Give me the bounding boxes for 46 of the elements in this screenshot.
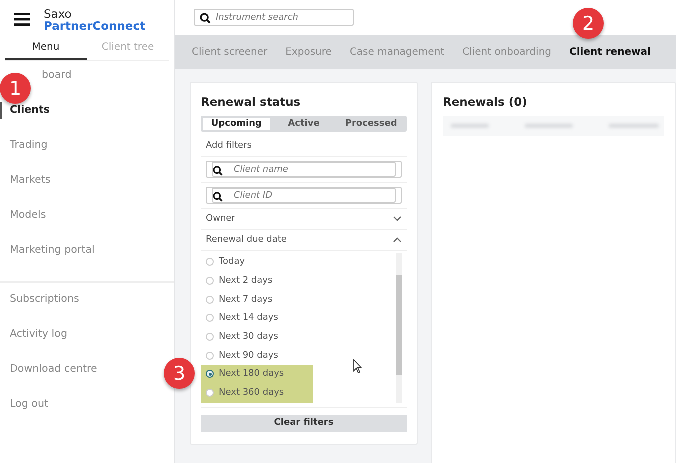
search-icon (200, 12, 211, 24)
sidebar-item[interactable]: board (32, 67, 80, 84)
radio-option[interactable]: Next 360 days (201, 384, 313, 402)
sidebar-item[interactable]: Activity log (0, 326, 76, 343)
segment-tab[interactable]: Active (270, 118, 338, 130)
nav-tab[interactable]: Client onboarding (454, 46, 561, 58)
radio-button[interactable] (206, 370, 214, 378)
brand-name: Saxo (44, 8, 73, 20)
radio-option[interactable]: Today (201, 253, 313, 272)
search-field[interactable]: Client name (212, 162, 396, 177)
segment-tab[interactable]: Processed (338, 118, 405, 130)
search-icon (213, 166, 223, 176)
filter-section[interactable]: Owner (201, 209, 407, 230)
search-field[interactable]: Client ID (212, 188, 396, 203)
scrollbar[interactable] (396, 253, 402, 402)
nav-tab[interactable]: Client screener (183, 46, 277, 58)
search-field[interactable]: Instrument search (194, 9, 354, 26)
radio-option[interactable]: Next 90 days (201, 346, 313, 366)
sidebar-item[interactable]: Markets (0, 172, 59, 189)
filters-label: Add filters (201, 132, 407, 157)
menu-icon[interactable] (14, 13, 30, 26)
sidebar-item[interactable]: Download centre (0, 361, 106, 378)
card-title: Renewals (0) (443, 95, 528, 109)
radio-option[interactable]: Next 7 days (201, 290, 313, 310)
nav-tab[interactable]: Client renewal (560, 46, 660, 58)
filter-section[interactable]: Renewal due date (201, 230, 407, 251)
radio-option[interactable]: Next 2 days (201, 272, 313, 290)
segment-tab[interactable]: Upcoming (203, 118, 270, 130)
radio-option[interactable]: Next 180 days (201, 365, 313, 384)
nav-tab[interactable]: Exposure (276, 46, 341, 58)
chevron-icon (393, 216, 402, 222)
nav-tab[interactable]: Case management (340, 46, 454, 58)
search-icon (213, 192, 223, 202)
radio-option[interactable]: Next 14 days (201, 309, 313, 328)
chevron-icon (393, 237, 402, 243)
clear-filters-button[interactable]: Clear filters (201, 414, 407, 432)
sidebar-tab[interactable]: Menu (5, 38, 87, 60)
sidebar-item[interactable]: Trading (0, 137, 56, 154)
sidebar-item[interactable]: Subscriptions (0, 291, 88, 308)
sidebar-item[interactable]: Log out (0, 396, 57, 413)
brand-product: PartnerConnect (44, 20, 146, 32)
cursor-icon (353, 359, 363, 374)
radio-option[interactable]: Next 30 days (201, 328, 313, 346)
sidebar-item[interactable]: Marketing portal (0, 242, 103, 259)
card-title: Renewal status (201, 95, 302, 109)
sidebar-item[interactable]: Models (0, 207, 54, 224)
